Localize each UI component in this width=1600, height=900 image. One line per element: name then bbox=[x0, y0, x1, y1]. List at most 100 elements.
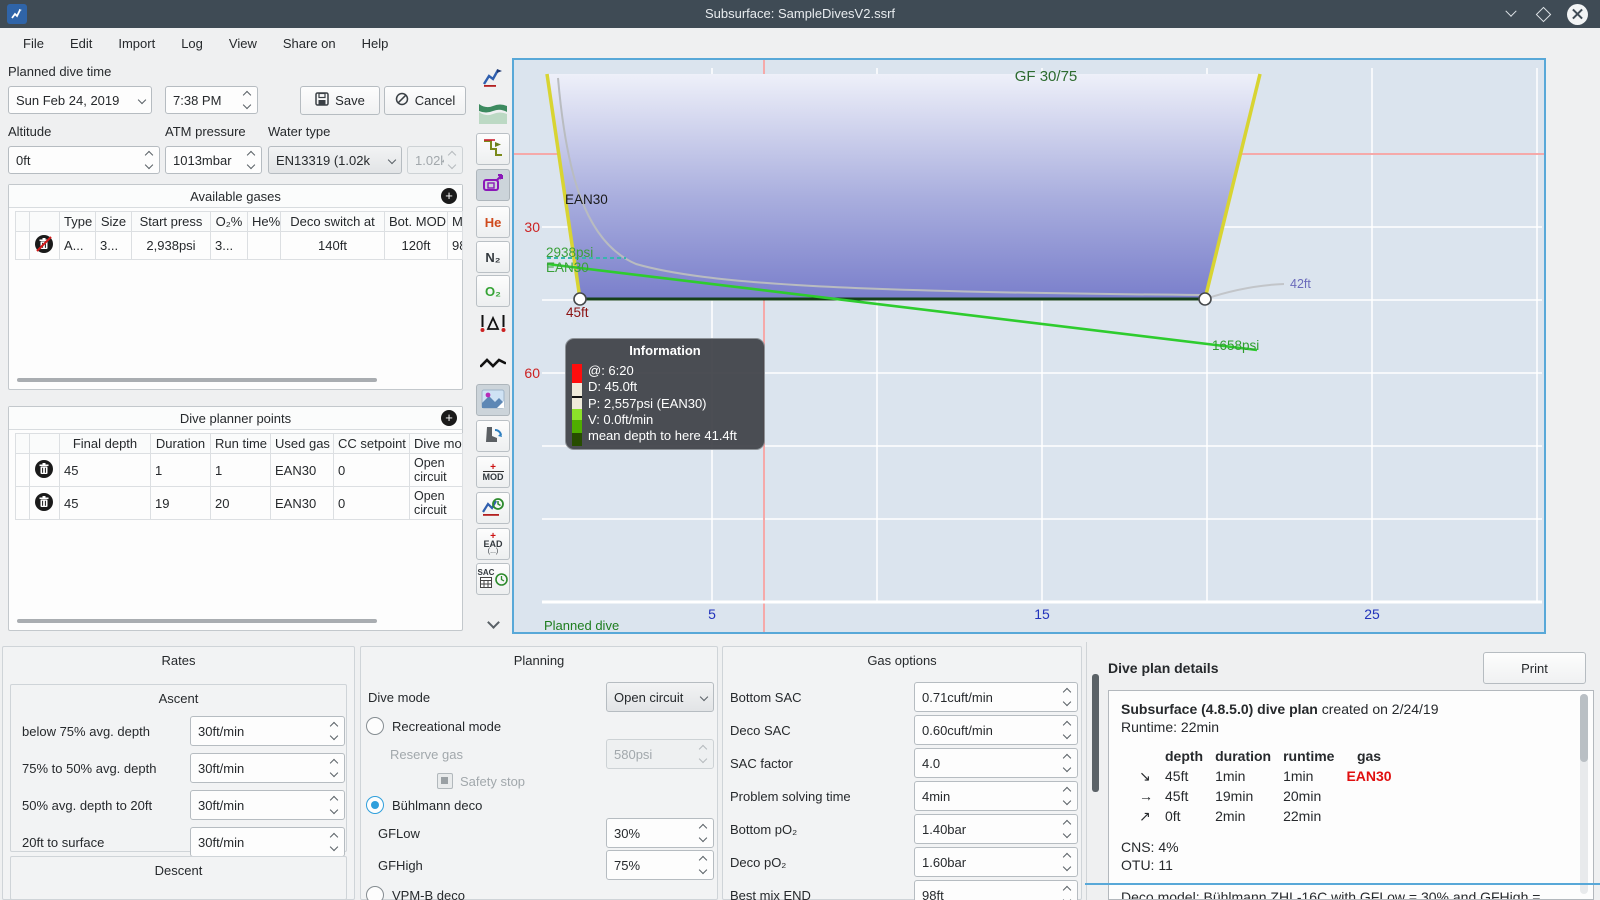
cancel-button[interactable]: Cancel bbox=[384, 86, 466, 115]
profile-handle[interactable] bbox=[1198, 292, 1212, 306]
gas-startpress[interactable]: 2,938psi bbox=[131, 231, 211, 260]
menu-file[interactable]: File bbox=[10, 31, 57, 56]
deco-po2-spinner[interactable]: 1.60bar bbox=[914, 847, 1078, 877]
water-type-combo[interactable]: EN13319 (1.02k bbox=[268, 146, 402, 174]
add-gas-button[interactable]: + bbox=[441, 188, 457, 204]
runtime-button[interactable] bbox=[476, 492, 510, 524]
point-runtime[interactable]: 20 bbox=[210, 486, 271, 520]
gases-col-type[interactable]: Type bbox=[59, 211, 96, 232]
bottom-po2-label: Bottom pO₂ bbox=[730, 822, 798, 837]
point-gas[interactable]: EAN30 bbox=[270, 453, 334, 487]
deco-sac-spinner[interactable]: 0.60cuft/min bbox=[914, 715, 1078, 745]
sac-button[interactable]: SAC bbox=[476, 563, 510, 595]
menu-share-on[interactable]: Share on bbox=[270, 31, 349, 56]
point-depth[interactable]: 45 bbox=[59, 486, 151, 520]
gas-change-button[interactable] bbox=[476, 420, 510, 452]
recreational-mode-radio[interactable] bbox=[366, 717, 384, 735]
point-setpoint[interactable]: 0 bbox=[333, 486, 410, 520]
point-depth[interactable]: 45 bbox=[59, 453, 151, 487]
points-horizontal-scrollbar[interactable] bbox=[17, 619, 377, 623]
gas-decoswitch[interactable]: 140ft bbox=[280, 231, 385, 260]
gases-col-mnd[interactable]: MN bbox=[447, 211, 463, 232]
mod-button[interactable]: + MOD bbox=[476, 456, 510, 488]
gfhigh-spinner[interactable]: 75% bbox=[606, 850, 714, 880]
toggle-o2-button[interactable]: O₂ bbox=[476, 275, 510, 307]
points-col-gas[interactable]: Used gas bbox=[270, 433, 334, 454]
gases-horizontal-scrollbar[interactable] bbox=[17, 378, 377, 382]
gas-o2[interactable]: 3... bbox=[210, 231, 248, 260]
gases-col-size[interactable]: Size bbox=[95, 211, 132, 232]
delete-gas-icon[interactable] bbox=[34, 235, 54, 257]
ceiling-button[interactable] bbox=[476, 98, 510, 130]
delete-point-icon[interactable] bbox=[34, 459, 54, 482]
menu-log[interactable]: Log bbox=[168, 31, 216, 56]
buhlmann-deco-radio[interactable] bbox=[366, 796, 384, 814]
add-point-button[interactable]: + bbox=[441, 410, 457, 426]
gas-type[interactable]: A... bbox=[59, 231, 96, 260]
menu-edit[interactable]: Edit bbox=[57, 31, 105, 56]
toggle-he-button[interactable]: He bbox=[476, 206, 510, 238]
menu-view[interactable]: View bbox=[216, 31, 270, 56]
sac-factor-spinner[interactable]: 4.0 bbox=[914, 748, 1078, 778]
gases-col-decoswitch[interactable]: Deco switch at bbox=[280, 211, 385, 232]
altitude-spinner[interactable]: 0ft bbox=[8, 146, 160, 174]
points-col-duration[interactable]: Duration bbox=[150, 433, 211, 454]
ascent-rate-4-spinner[interactable]: 30ft/min bbox=[190, 827, 345, 857]
splitter-highlight[interactable] bbox=[1085, 883, 1600, 885]
heartrate-button[interactable] bbox=[476, 348, 510, 380]
gas-botmod[interactable]: 120ft bbox=[384, 231, 448, 260]
point-divemode[interactable]: Open circuit bbox=[409, 453, 463, 487]
menu-import[interactable]: Import bbox=[105, 31, 168, 56]
notes-scrollbar-handle[interactable] bbox=[1580, 694, 1588, 762]
point-setpoint[interactable]: 0 bbox=[333, 453, 410, 487]
point-divemode[interactable]: Open circuit bbox=[409, 486, 463, 520]
profile-handle[interactable] bbox=[573, 292, 587, 306]
close-button[interactable] bbox=[1566, 3, 1588, 25]
toolbar-scroll-down-button[interactable] bbox=[476, 606, 510, 638]
dive-profile-button[interactable] bbox=[476, 62, 510, 94]
print-button[interactable]: Print bbox=[1483, 652, 1586, 684]
dive-mode-combo[interactable]: Open circuit bbox=[606, 682, 714, 712]
point-duration[interactable]: 1 bbox=[150, 453, 211, 487]
menu-bar: File Edit Import Log View Share on Help bbox=[0, 28, 1600, 58]
ead-button[interactable]: + EAD (...) bbox=[476, 528, 510, 560]
points-col-runtime[interactable]: Run time bbox=[210, 433, 271, 454]
bottom-po2-spinner[interactable]: 1.40bar bbox=[914, 814, 1078, 844]
gases-col-o2[interactable]: O₂% bbox=[210, 211, 248, 232]
point-runtime[interactable]: 1 bbox=[210, 453, 271, 487]
bottom-sac-spinner[interactable]: 0.71cuft/min bbox=[914, 682, 1078, 712]
gases-col-he[interactable]: He% bbox=[247, 211, 281, 232]
delete-point-icon[interactable] bbox=[34, 492, 54, 515]
date-combo[interactable]: Sun Feb 24, 2019 bbox=[8, 86, 152, 114]
maximize-button[interactable] bbox=[1532, 3, 1554, 25]
point-duration[interactable]: 19 bbox=[150, 486, 211, 520]
ascent-rate-1-spinner[interactable]: 30ft/min bbox=[190, 716, 345, 746]
point-gas[interactable]: EAN30 bbox=[270, 486, 334, 520]
ascent-rate-3-spinner[interactable]: 30ft/min bbox=[190, 790, 345, 820]
save-button[interactable]: Save bbox=[300, 86, 380, 115]
gflow-spinner[interactable]: 30% bbox=[606, 818, 714, 848]
atm-pressure-spinner[interactable]: 1013mbar bbox=[165, 146, 262, 174]
toggle-n2-button[interactable]: N₂ bbox=[476, 241, 510, 273]
best-mix-end-spinner[interactable]: 98ft bbox=[914, 880, 1078, 900]
points-col-divemode[interactable]: Dive mode bbox=[409, 433, 463, 454]
menu-help[interactable]: Help bbox=[349, 31, 402, 56]
dive-profile-chart[interactable]: GF 30/75 30 60 5 15 25 Planned dive EAN3… bbox=[512, 58, 1546, 634]
gas-mnd[interactable]: 98f bbox=[447, 231, 463, 260]
photos-button[interactable] bbox=[476, 384, 510, 416]
gas-size[interactable]: 3... bbox=[95, 231, 132, 260]
gas-he[interactable] bbox=[247, 231, 281, 260]
vpmb-deco-radio[interactable] bbox=[366, 886, 384, 900]
setpoint-button[interactable] bbox=[476, 169, 510, 201]
details-vertical-scrollbar[interactable] bbox=[1092, 674, 1099, 792]
minimize-button[interactable] bbox=[1500, 3, 1522, 25]
gases-col-botmod[interactable]: Bot. MOD bbox=[384, 211, 448, 232]
points-col-setpoint[interactable]: CC setpoint bbox=[333, 433, 410, 454]
points-col-depth[interactable]: Final depth bbox=[59, 433, 151, 454]
ascent-rate-2-spinner[interactable]: 30ft/min bbox=[190, 753, 345, 783]
tissues-button[interactable] bbox=[476, 307, 510, 339]
time-spinner[interactable]: 7:38 PM bbox=[165, 86, 258, 114]
gases-col-startpress[interactable]: Start press bbox=[131, 211, 211, 232]
calculated-ceiling-button[interactable] bbox=[476, 133, 510, 165]
problem-solving-time-spinner[interactable]: 4min bbox=[914, 781, 1078, 811]
